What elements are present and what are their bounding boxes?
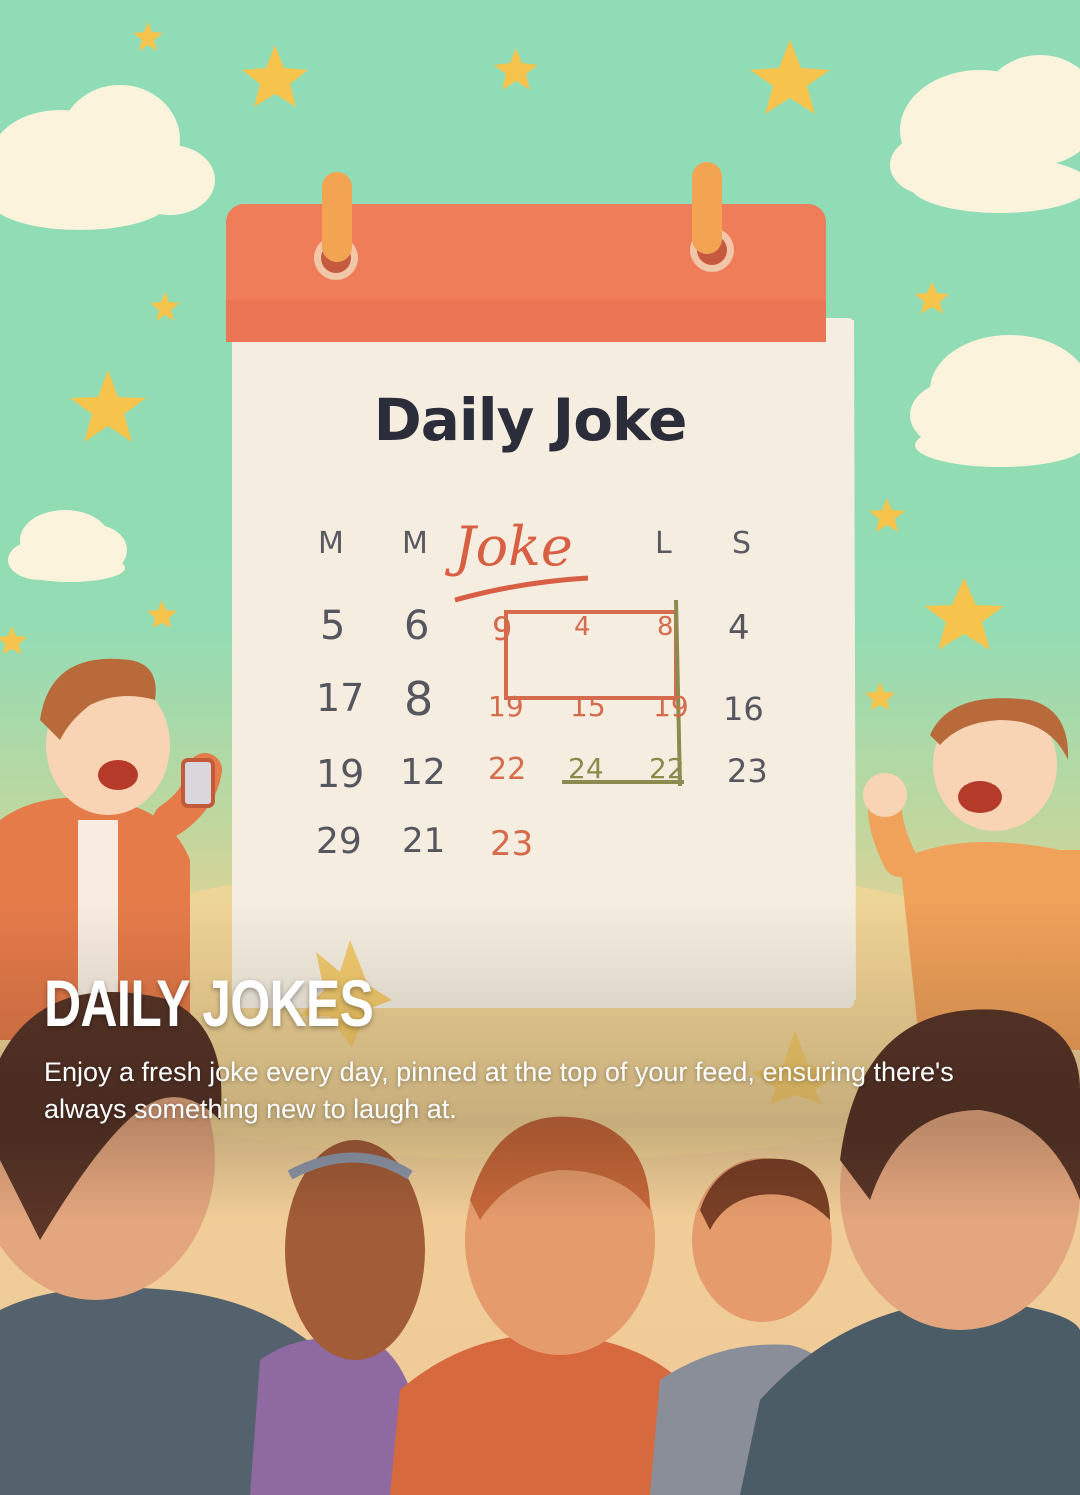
calendar-day: 22 <box>488 752 527 787</box>
calendar-title: Daily Joke <box>373 386 688 454</box>
calendar-day: 19 <box>653 690 689 723</box>
calendar-day: 4 <box>574 612 591 642</box>
calendar-day: 19 <box>488 690 524 723</box>
calendar-day: 8 <box>657 612 674 642</box>
cloud-icon <box>0 85 215 230</box>
calendar-day: 23 <box>727 752 768 790</box>
calendar-day: 19 <box>316 752 365 796</box>
weekday-label: M <box>402 526 428 561</box>
weekday-label: L <box>655 526 672 561</box>
calendar-day: 8 <box>404 672 434 726</box>
feature-title: DAILY JOKES <box>44 966 374 1040</box>
calendar-day: 6 <box>404 603 430 649</box>
calendar-day: 9 <box>492 610 513 648</box>
cloud-icon <box>8 510 127 582</box>
calendar-day: 12 <box>400 752 446 793</box>
calendar-day: 16 <box>723 690 764 728</box>
calendar-illustration <box>226 162 856 1008</box>
calendar-day: 15 <box>570 690 606 723</box>
hero-illustration: Daily Joke M M Joke L S 5 6 9 4 8 4 17 8… <box>0 0 1080 1495</box>
calendar-day: 21 <box>402 821 446 861</box>
calendar-day: 17 <box>316 676 365 720</box>
calendar-day: 24 <box>568 752 604 785</box>
feature-description: Enjoy a fresh joke every day, pinned at … <box>44 1057 954 1124</box>
calendar-day: 22 <box>649 752 685 785</box>
calendar-day: 23 <box>490 824 534 864</box>
illustration-graphic <box>0 22 1080 1495</box>
cloud-icon <box>890 55 1080 213</box>
calendar-day: 4 <box>728 608 750 648</box>
joke-label: Joke <box>454 515 573 578</box>
weekday-label: S <box>732 526 752 561</box>
calendar-day: 5 <box>320 603 346 649</box>
weekday-label: M <box>318 526 344 561</box>
calendar-day: 29 <box>316 821 362 862</box>
cloud-icon <box>910 335 1080 467</box>
